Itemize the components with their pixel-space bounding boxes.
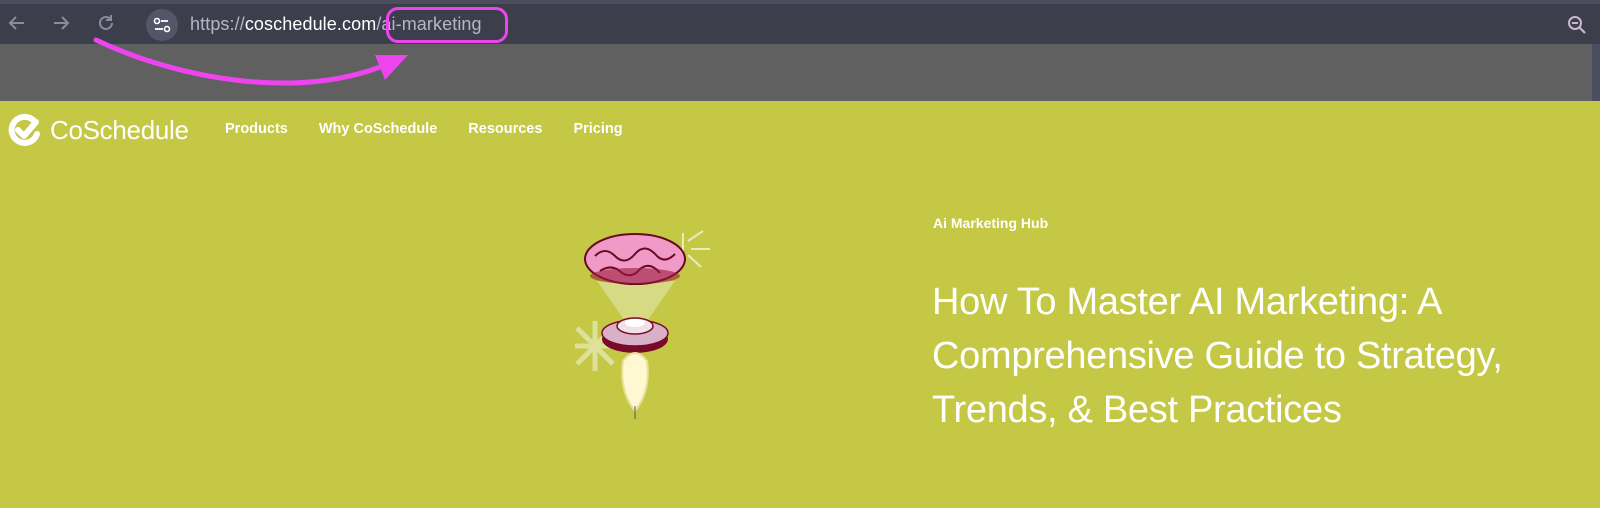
url-host: coschedule.com <box>244 14 377 34</box>
saucer-icon <box>601 317 669 353</box>
url-path-highlight <box>386 7 508 43</box>
arrow-left-icon <box>8 16 24 30</box>
reload-icon <box>99 15 113 30</box>
flame-icon <box>621 352 649 413</box>
webpage: CoSchedule Products Why CoSchedule Resou… <box>0 101 1600 508</box>
forward-button[interactable] <box>50 12 72 34</box>
nav-resources[interactable]: Resources <box>468 121 542 137</box>
main-nav: Products Why CoSchedule Resources Pricin… <box>225 121 623 137</box>
hub-label: Ai Marketing Hub <box>933 215 1049 231</box>
arrow-right-icon <box>54 16 70 30</box>
sparkle-outline-icon <box>682 230 710 268</box>
light-beam <box>597 281 675 321</box>
overlay-bar <box>0 44 1592 101</box>
nav-pricing[interactable]: Pricing <box>573 121 622 137</box>
url-scheme: https:// <box>190 14 245 34</box>
zoom-button[interactable] <box>1566 14 1588 36</box>
site-info-button[interactable] <box>146 9 178 41</box>
brand-name: CoSchedule <box>50 114 189 145</box>
check-circle-icon <box>8 113 40 146</box>
tune-icon <box>153 17 171 33</box>
brain-icon <box>584 233 686 285</box>
back-button[interactable] <box>6 12 28 34</box>
page-title: How To Master AI Marketing: A Comprehens… <box>932 281 1503 431</box>
tab-strip-edge <box>0 0 1600 4</box>
nav-why-coschedule[interactable]: Why CoSchedule <box>319 121 437 137</box>
reload-button[interactable] <box>95 12 117 34</box>
zoom-out-icon <box>1568 16 1586 34</box>
coschedule-logo[interactable]: CoSchedule <box>8 113 189 147</box>
overlay-bar-edge <box>1592 44 1600 101</box>
browser-toolbar: https://coschedule.com/ai-marketing <box>0 0 1600 44</box>
brain-rocket-illustration <box>575 230 710 419</box>
nav-products[interactable]: Products <box>225 121 288 137</box>
